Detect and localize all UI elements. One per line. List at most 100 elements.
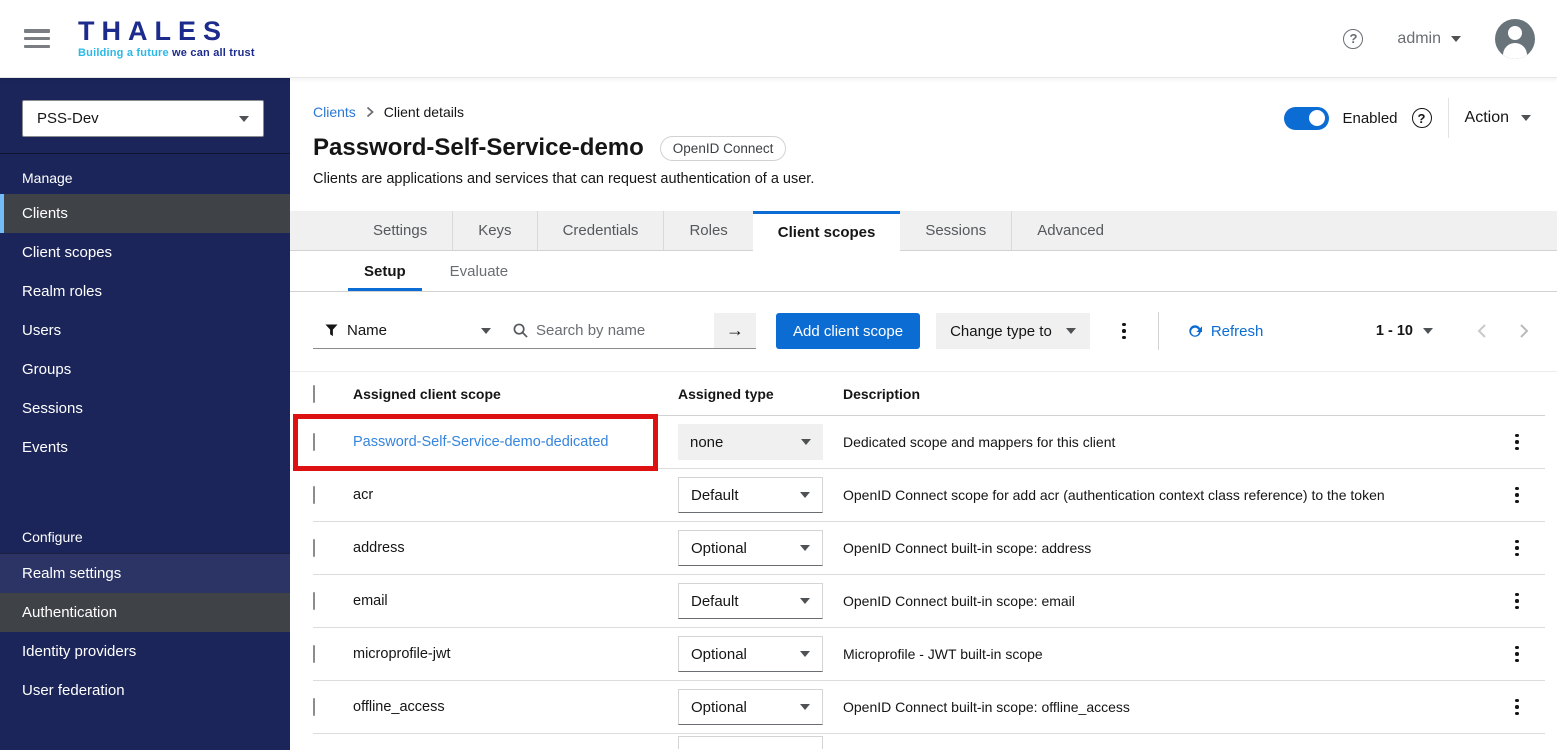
- row-kebab-menu[interactable]: [1505, 587, 1529, 616]
- row-checkbox[interactable]: [313, 698, 315, 716]
- sidebar: PSS-Dev ManageClientsClient scopesRealm …: [0, 78, 290, 750]
- scope-name: email: [353, 593, 388, 609]
- add-client-scope-button[interactable]: Add client scope: [776, 313, 920, 349]
- filter-type-dropdown[interactable]: Name: [313, 313, 503, 349]
- cell-type: Default: [678, 583, 843, 619]
- assigned-type-select[interactable]: Optional: [678, 530, 823, 566]
- cell-description: OpenID Connect built-in scope: offline_a…: [843, 699, 1505, 715]
- row-checkbox[interactable]: [313, 592, 315, 610]
- top-bar: THALES Building a future we can all trus…: [0, 0, 1557, 78]
- tab-settings[interactable]: Settings: [348, 211, 452, 250]
- cell-checkbox: [313, 487, 353, 503]
- assigned-type-select[interactable]: Default: [678, 477, 823, 513]
- scope-link[interactable]: Password-Self-Service-demo-dedicated: [353, 434, 608, 450]
- sidebar-item-realm-roles[interactable]: Realm roles: [0, 272, 290, 311]
- subtab-bar: Setup Evaluate: [290, 251, 1557, 292]
- sidebar-item-sessions[interactable]: Sessions: [0, 389, 290, 428]
- row-kebab-menu[interactable]: [1505, 428, 1529, 457]
- refresh-button[interactable]: Refresh: [1187, 323, 1264, 340]
- cell-actions: [1505, 587, 1545, 616]
- enabled-toggle[interactable]: [1284, 107, 1329, 130]
- page-description: Clients are applications and services th…: [313, 171, 1534, 187]
- tab-client-scopes[interactable]: Client scopes: [753, 211, 901, 251]
- cell-type: none: [678, 424, 843, 460]
- chevron-down-icon: [1423, 328, 1433, 334]
- search-submit-button[interactable]: →: [714, 313, 756, 349]
- search-input[interactable]: [536, 322, 686, 339]
- sidebar-item-events[interactable]: Events: [0, 428, 290, 467]
- select-all-checkbox[interactable]: [313, 385, 315, 403]
- tab-advanced[interactable]: Advanced: [1011, 211, 1129, 250]
- cell-type: Optional: [678, 689, 843, 725]
- scope-name: acr: [353, 487, 373, 503]
- pagination: 1 - 10: [1376, 316, 1545, 346]
- scope-name: microprofile-jwt: [353, 646, 451, 662]
- row-kebab-menu[interactable]: [1505, 640, 1529, 669]
- pagination-prev-button[interactable]: [1461, 316, 1503, 346]
- row-kebab-menu[interactable]: [1505, 481, 1529, 510]
- table-header-row: Assigned client scope Assigned type Desc…: [313, 372, 1545, 416]
- sidebar-item-clients[interactable]: Clients: [0, 194, 290, 233]
- refresh-icon: [1187, 323, 1203, 339]
- change-type-dropdown[interactable]: Change type to: [936, 313, 1090, 349]
- tab-credentials[interactable]: Credentials: [537, 211, 664, 250]
- chevron-down-icon: [1451, 36, 1461, 42]
- row-checkbox[interactable]: [313, 486, 315, 504]
- cell-scope: email: [353, 593, 678, 609]
- hamburger-menu-icon[interactable]: [24, 29, 50, 48]
- page-title: Password-Self-Service-demo: [313, 134, 644, 162]
- cell-description: Dedicated scope and mappers for this cli…: [843, 434, 1505, 450]
- toolbar-kebab-menu[interactable]: [1112, 317, 1136, 346]
- cell-scope: microprofile-jwt: [353, 646, 678, 662]
- sidebar-item-user-federation[interactable]: User federation: [0, 671, 290, 710]
- assigned-type-select[interactable]: [678, 736, 823, 749]
- cell-actions: [1505, 481, 1545, 510]
- subtab-evaluate[interactable]: Evaluate: [434, 251, 524, 291]
- chevron-down-icon: [800, 598, 810, 604]
- assigned-type-select[interactable]: none: [678, 424, 823, 460]
- assigned-type-select[interactable]: Default: [678, 583, 823, 619]
- assigned-type-select[interactable]: Optional: [678, 689, 823, 725]
- avatar[interactable]: [1495, 19, 1535, 59]
- scope-name: offline_access: [353, 699, 445, 715]
- action-dropdown[interactable]: Action: [1449, 98, 1545, 138]
- realm-name: PSS-Dev: [37, 110, 99, 127]
- table-row: addressOptionalOpenID Connect built-in s…: [313, 522, 1545, 575]
- cell-description: OpenID Connect scope for add acr (authen…: [843, 487, 1505, 503]
- cell-description: OpenID Connect built-in scope: email: [843, 593, 1505, 609]
- realm-selector[interactable]: PSS-Dev: [22, 100, 264, 137]
- table-row: offline_access Optional OpenID Connect bui…: [313, 681, 1545, 734]
- table-row: Password-Self-Service-demo-dedicated none…: [313, 416, 1545, 469]
- sidebar-item-users[interactable]: Users: [0, 311, 290, 350]
- sidebar-item-authentication[interactable]: Authentication: [0, 593, 290, 632]
- tab-sessions[interactable]: Sessions: [900, 211, 1011, 250]
- row-kebab-menu[interactable]: [1505, 534, 1529, 563]
- assigned-type-value: none: [690, 434, 723, 451]
- assigned-type-select[interactable]: Optional: [678, 636, 823, 672]
- row-kebab-menu[interactable]: [1505, 693, 1529, 722]
- breadcrumb-link-clients[interactable]: Clients: [313, 104, 356, 120]
- sidebar-item-client-scopes[interactable]: Client scopes: [0, 233, 290, 272]
- sidebar-item-identity-providers[interactable]: Identity providers: [0, 632, 290, 671]
- user-menu[interactable]: admin: [1397, 30, 1461, 48]
- cell-checkbox: [313, 593, 353, 609]
- thales-logo: THALES Building a future we can all trus…: [78, 18, 255, 59]
- toolbar: Name → Add client scope Change type to R…: [290, 292, 1557, 371]
- chevron-down-icon: [800, 492, 810, 498]
- tab-roles[interactable]: Roles: [663, 211, 752, 250]
- sidebar-item-realm-settings[interactable]: Realm settings: [0, 553, 290, 593]
- subtab-setup[interactable]: Setup: [348, 251, 422, 291]
- row-checkbox[interactable]: [313, 539, 315, 557]
- search-icon: [513, 323, 528, 338]
- enabled-help-icon[interactable]: ?: [1412, 108, 1432, 128]
- row-checkbox[interactable]: [313, 645, 315, 663]
- row-checkbox[interactable]: [313, 433, 315, 451]
- chevron-down-icon: [800, 651, 810, 657]
- sidebar-item-groups[interactable]: Groups: [0, 350, 290, 389]
- breadcrumb-current: Client details: [384, 104, 464, 120]
- tab-keys[interactable]: Keys: [452, 211, 536, 250]
- pagination-next-button[interactable]: [1503, 316, 1545, 346]
- pagination-range-dropdown[interactable]: 1 - 10: [1376, 323, 1433, 339]
- help-icon[interactable]: ?: [1343, 29, 1363, 49]
- chevron-down-icon: [800, 704, 810, 710]
